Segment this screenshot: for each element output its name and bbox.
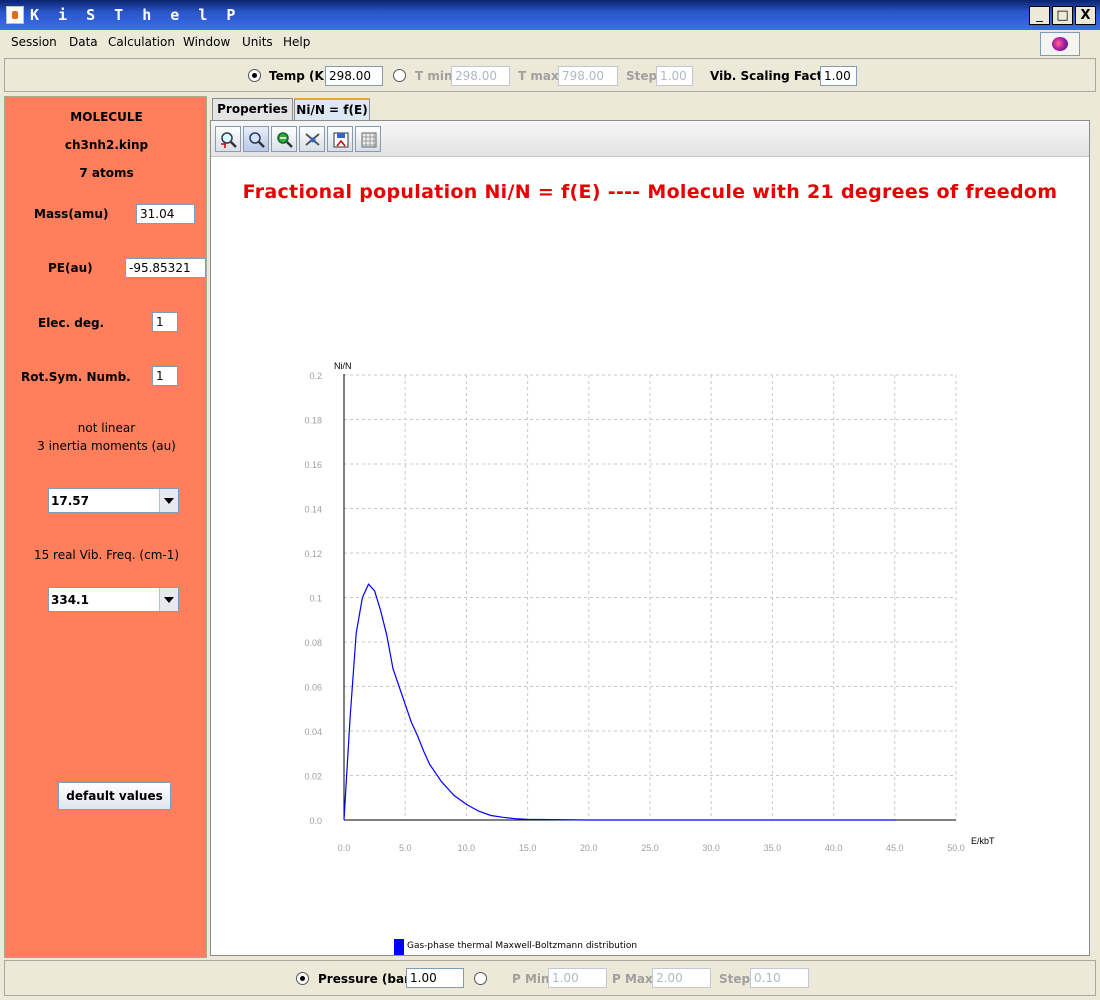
tmax-input[interactable]: 798.00 <box>558 66 618 86</box>
y-tick-label: 0.14 <box>304 505 322 515</box>
kisthelp-logo-icon[interactable] <box>1040 32 1080 56</box>
maximize-button[interactable]: □ <box>1052 6 1073 25</box>
x-tick-label: 35.0 <box>764 843 782 853</box>
rot-sym-label: Rot.Sym. Numb. <box>21 370 131 384</box>
chevron-down-icon[interactable] <box>159 588 178 611</box>
molecule-panel: MOLECULE ch3nh2.kinp 7 atoms Mass(amu) 3… <box>4 96 207 958</box>
x-tick-label: 5.0 <box>399 843 412 853</box>
pe-input[interactable]: -95.85321 <box>125 258 206 278</box>
y-tick-label: 0.0 <box>309 816 322 826</box>
x-tick-label: 0.0 <box>338 843 351 853</box>
atom-count: 7 atoms <box>79 166 134 180</box>
y-tick-label: 0.16 <box>304 460 322 470</box>
y-tick-label: 0.2 <box>309 371 322 381</box>
y-tick-label: 0.04 <box>304 727 322 737</box>
menu-data[interactable]: Data <box>69 35 98 49</box>
x-tick-label: 25.0 <box>641 843 659 853</box>
molecule-file: ch3nh2.kinp <box>64 138 149 152</box>
menu-window[interactable]: Window <box>183 35 230 49</box>
settings-icon[interactable] <box>299 126 325 152</box>
zoom-out-icon[interactable] <box>271 126 297 152</box>
y-tick-label: 0.02 <box>304 772 322 782</box>
population-chart: Ni/N E/kbT 0.0 5.0 10.0 15.0 20.0 25.0 30.0 35.… <box>304 361 995 853</box>
mass-label: Mass(amu) <box>34 207 109 221</box>
trange-radio[interactable] <box>393 69 406 82</box>
window-title: K i S T h e l P <box>30 6 241 24</box>
save-icon[interactable] <box>327 126 353 152</box>
zoom-icon[interactable] <box>243 126 269 152</box>
menu-session[interactable]: Session <box>11 35 57 49</box>
grid-icon[interactable] <box>355 126 381 152</box>
pressure-bar: Pressure (bar) 1.00 P Min 1.00 P Max 2.0… <box>4 960 1096 996</box>
pmax-label: P Max <box>612 972 653 986</box>
default-values-button[interactable]: default values <box>58 782 171 810</box>
rot-sym-input[interactable]: 1 <box>152 366 178 386</box>
elec-deg-label: Elec. deg. <box>38 316 105 330</box>
pstep-label: Step <box>719 972 751 986</box>
pmax-input[interactable]: 2.00 <box>652 968 711 988</box>
mass-input[interactable]: 31.04 <box>136 204 195 224</box>
y-tick-label: 0.12 <box>304 549 322 559</box>
tab-population[interactable]: Ni/N = f(E) <box>294 98 370 120</box>
java-app-icon <box>6 6 24 24</box>
x-axis-label: E/kbT <box>971 836 995 846</box>
x-tick-label: 20.0 <box>580 843 598 853</box>
elec-deg-input[interactable]: 1 <box>152 312 178 332</box>
prange-radio[interactable] <box>474 972 487 985</box>
tmin-label: T min <box>415 69 453 83</box>
vib-freq-select[interactable]: 334.1 <box>48 587 179 612</box>
menu-bar: Session Data Calculation Window Units He… <box>0 30 1100 56</box>
temp-radio[interactable] <box>248 69 261 82</box>
pressure-radio[interactable] <box>296 972 309 985</box>
x-tick-label: 45.0 <box>886 843 904 853</box>
chevron-down-icon[interactable] <box>159 489 178 512</box>
x-tick-label: 15.0 <box>519 843 537 853</box>
chart-toolbar <box>211 121 1089 157</box>
vib-scaling-label: Vib. Scaling Factor <box>710 69 837 83</box>
inertia-text: 3 inertia moments (au) <box>37 439 176 453</box>
chart-title: Fractional population Ni/N = f(E) ---- M… <box>242 181 1058 203</box>
tmax-label: T max <box>518 69 559 83</box>
y-tick-label: 0.06 <box>304 683 322 693</box>
legend-label: Gas-phase thermal Maxwell-Boltzmann dist… <box>407 941 638 951</box>
window-titlebar: K i S T h e l P _ □ X <box>0 0 1100 30</box>
menu-units[interactable]: Units <box>242 35 273 49</box>
temp-label: Temp (K) <box>269 69 330 83</box>
series-line <box>343 583 895 821</box>
legend-swatch <box>394 939 404 955</box>
y-tick-label: 0.08 <box>304 638 322 648</box>
vib-freq-selected-value: 334.1 <box>51 593 89 607</box>
temperature-bar: Temp (K) 298.00 T min 298.00 T max 798.0… <box>4 58 1096 92</box>
pe-label: PE(au) <box>48 261 93 275</box>
tstep-input[interactable]: 1.00 <box>656 66 693 86</box>
menu-help[interactable]: Help <box>283 35 310 49</box>
x-tick-label: 40.0 <box>825 843 843 853</box>
x-tick-label: 50.0 <box>947 843 965 853</box>
y-tick-label: 0.1 <box>309 594 322 604</box>
tstep-label: Step <box>626 69 658 83</box>
tab-properties[interactable]: Properties <box>212 98 293 120</box>
y-axis-label: Ni/N <box>334 361 352 371</box>
linearity-text: not linear <box>77 421 136 435</box>
molecule-heading: MOLECULE <box>70 110 143 124</box>
pressure-label: Pressure (bar) <box>318 972 416 986</box>
menu-calculation[interactable]: Calculation <box>108 35 175 49</box>
pmin-label: P Min <box>512 972 550 986</box>
zoom-reset-icon[interactable] <box>215 126 241 152</box>
temp-input[interactable]: 298.00 <box>325 66 383 86</box>
pstep-input[interactable]: 0.10 <box>750 968 809 988</box>
vib-freq-text: 15 real Vib. Freq. (cm-1) <box>33 548 180 562</box>
pressure-input[interactable]: 1.00 <box>406 968 464 988</box>
close-button[interactable]: X <box>1075 6 1096 25</box>
tmin-input[interactable]: 298.00 <box>451 66 510 86</box>
inertia-select[interactable]: 17.57 <box>48 488 179 513</box>
pmin-input[interactable]: 1.00 <box>548 968 607 988</box>
y-tick-label: 0.18 <box>304 416 322 426</box>
chart-panel: Fractional population Ni/N = f(E) ---- M… <box>210 120 1090 956</box>
inertia-selected-value: 17.57 <box>51 494 89 508</box>
minimize-button[interactable]: _ <box>1029 6 1050 25</box>
x-tick-label: 10.0 <box>458 843 476 853</box>
vib-scaling-input[interactable]: 1.00 <box>820 66 857 86</box>
x-tick-label: 30.0 <box>702 843 720 853</box>
